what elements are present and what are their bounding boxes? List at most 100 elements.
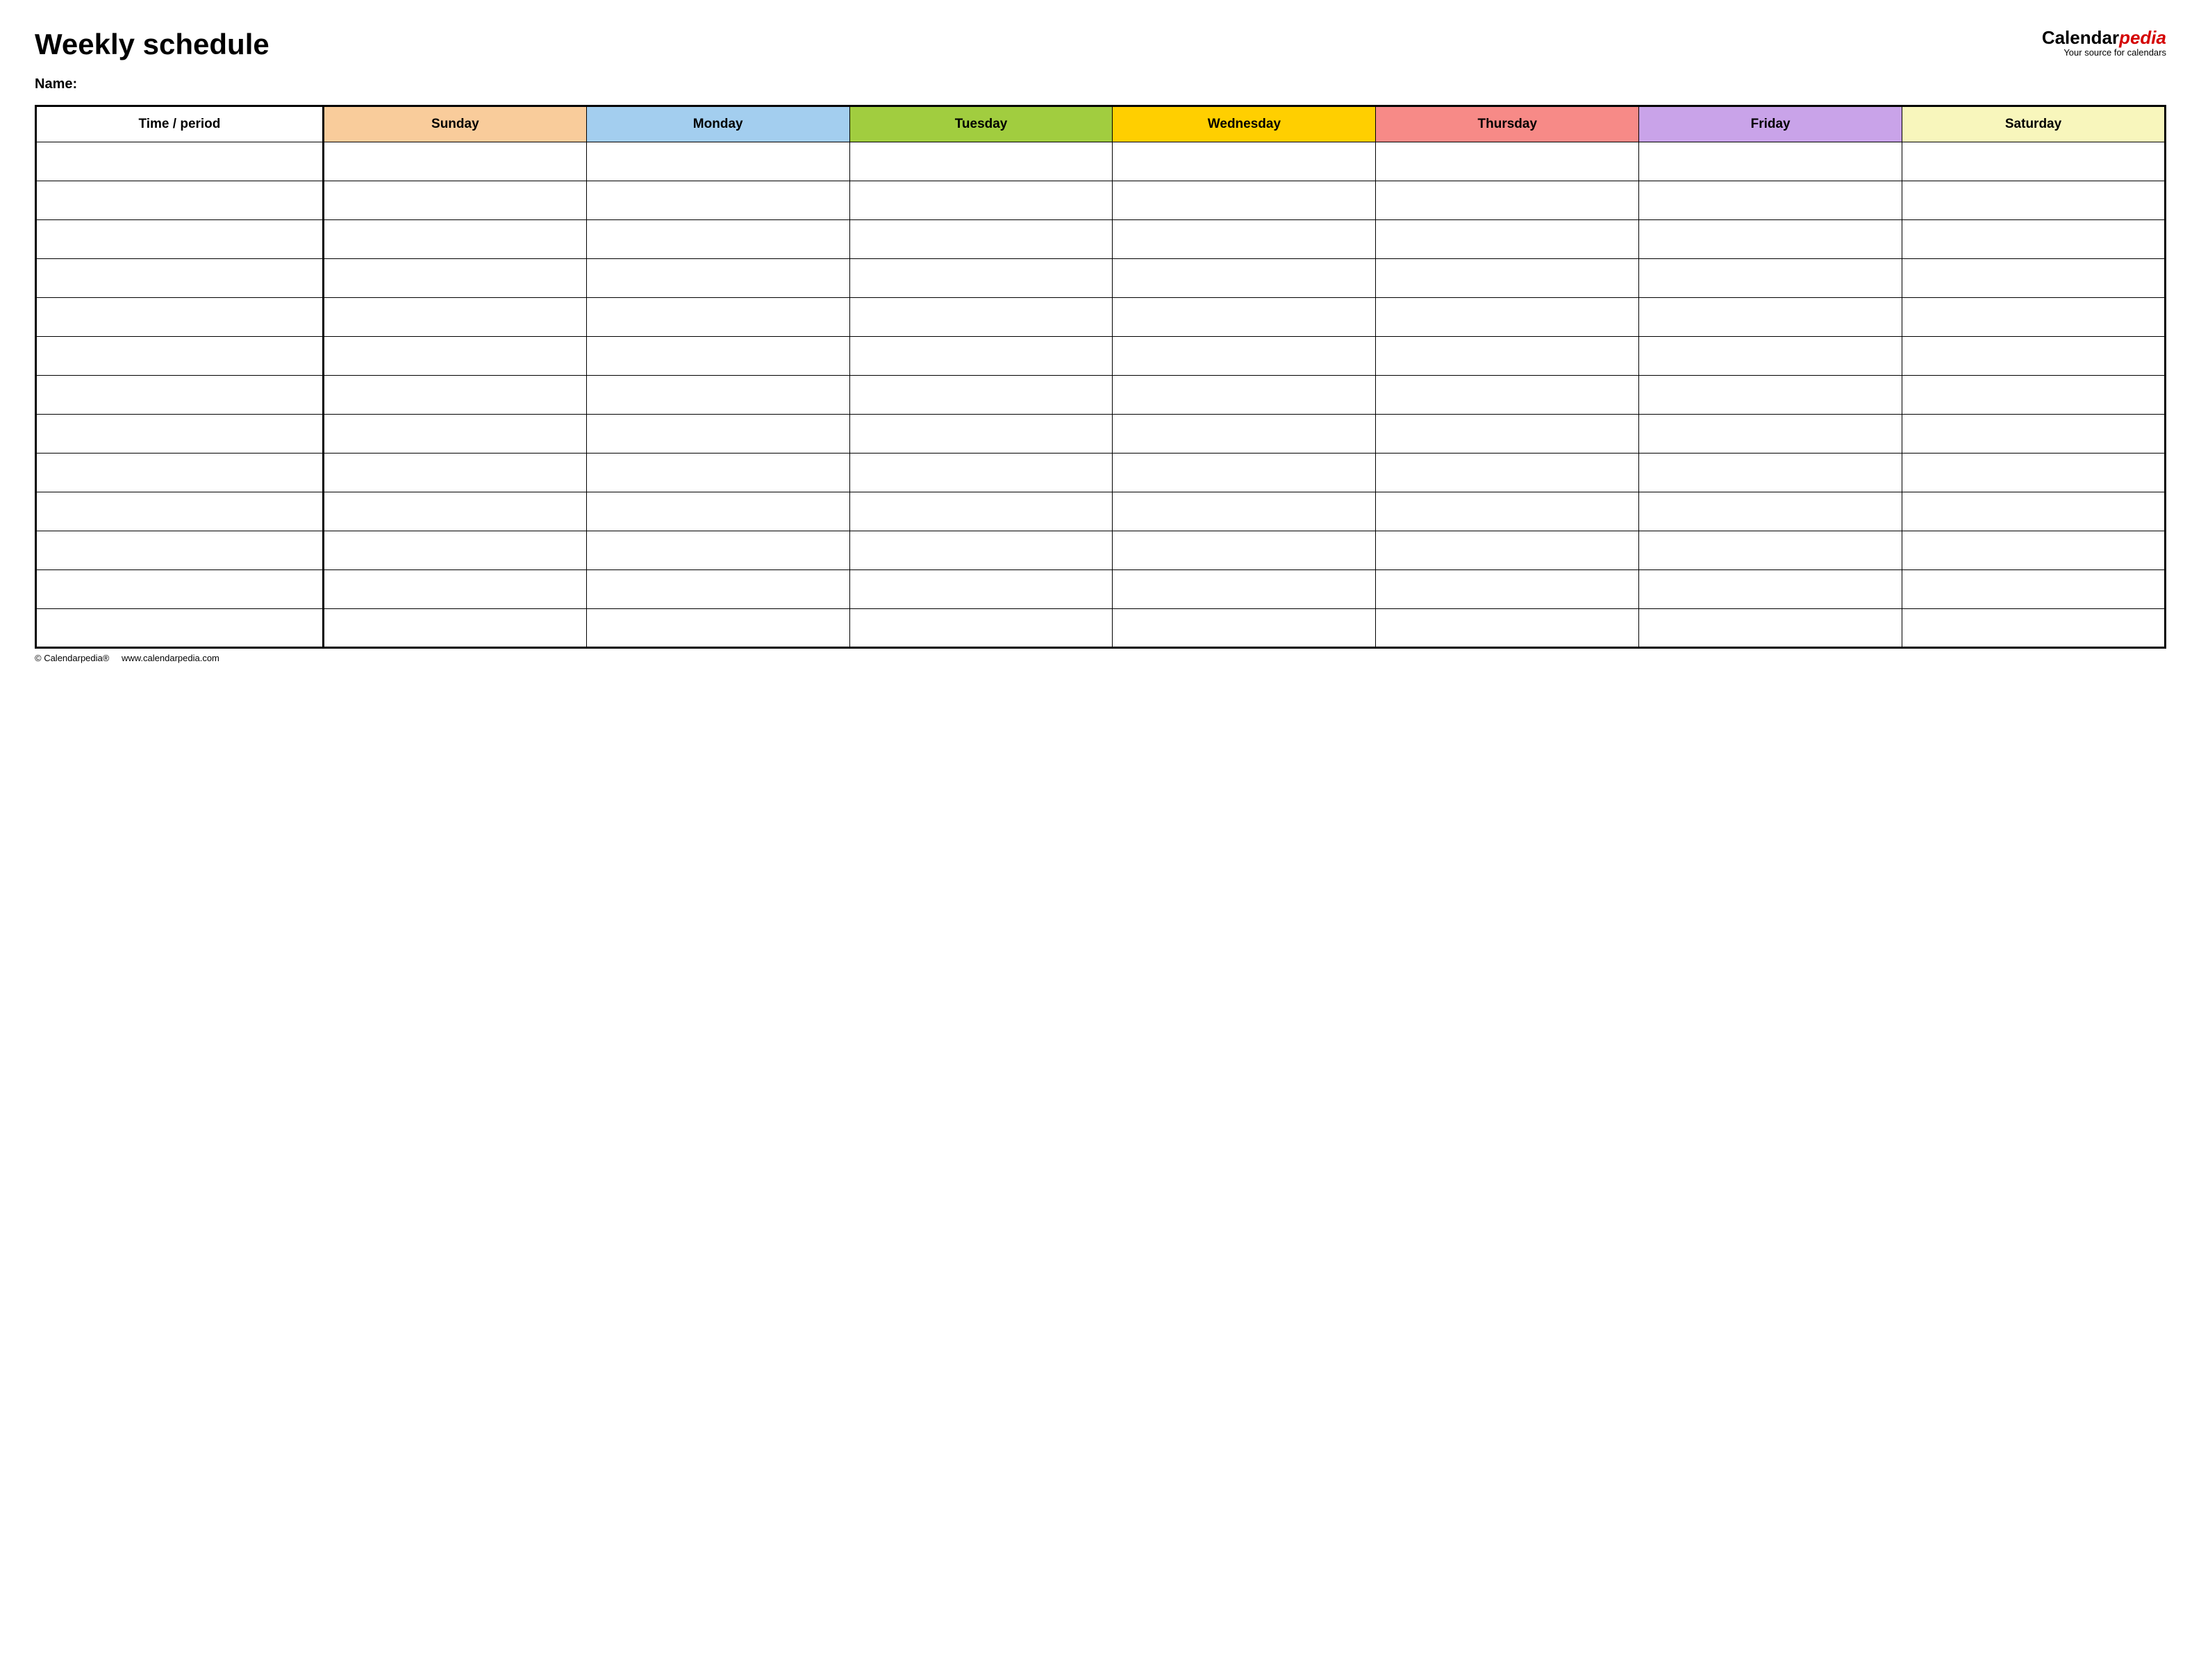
time-cell[interactable] [36,337,324,376]
schedule-cell[interactable] [1902,492,2166,531]
schedule-cell[interactable] [1902,181,2166,220]
schedule-cell[interactable] [849,259,1113,298]
schedule-cell[interactable] [1639,181,1902,220]
time-cell[interactable] [36,492,324,531]
schedule-cell[interactable] [323,531,586,570]
schedule-cell[interactable] [1376,492,1639,531]
schedule-cell[interactable] [1639,142,1902,181]
time-cell[interactable] [36,181,324,220]
schedule-cell[interactable] [1113,181,1376,220]
schedule-cell[interactable] [1376,570,1639,609]
time-cell[interactable] [36,376,324,415]
schedule-cell[interactable] [849,181,1113,220]
schedule-cell[interactable] [1639,454,1902,492]
schedule-cell[interactable] [323,609,586,648]
schedule-cell[interactable] [1376,220,1639,259]
schedule-cell[interactable] [1113,609,1376,648]
schedule-cell[interactable] [1376,376,1639,415]
schedule-cell[interactable] [849,531,1113,570]
schedule-cell[interactable] [1376,415,1639,454]
schedule-cell[interactable] [849,298,1113,337]
schedule-cell[interactable] [1902,570,2166,609]
schedule-cell[interactable] [849,570,1113,609]
schedule-cell[interactable] [1113,337,1376,376]
schedule-cell[interactable] [1902,609,2166,648]
schedule-cell[interactable] [586,181,849,220]
time-cell[interactable] [36,298,324,337]
schedule-cell[interactable] [849,337,1113,376]
time-cell[interactable] [36,415,324,454]
schedule-cell[interactable] [586,259,849,298]
schedule-cell[interactable] [1113,415,1376,454]
schedule-cell[interactable] [323,259,586,298]
schedule-cell[interactable] [586,337,849,376]
schedule-cell[interactable] [1902,531,2166,570]
schedule-cell[interactable] [849,220,1113,259]
schedule-cell[interactable] [1639,220,1902,259]
schedule-cell[interactable] [849,609,1113,648]
schedule-cell[interactable] [586,298,849,337]
schedule-cell[interactable] [1113,454,1376,492]
schedule-cell[interactable] [1902,337,2166,376]
schedule-cell[interactable] [1902,220,2166,259]
schedule-cell[interactable] [323,298,586,337]
schedule-cell[interactable] [586,454,849,492]
schedule-cell[interactable] [586,570,849,609]
schedule-cell[interactable] [849,415,1113,454]
schedule-cell[interactable] [1113,531,1376,570]
schedule-cell[interactable] [1376,181,1639,220]
schedule-cell[interactable] [1902,376,2166,415]
schedule-cell[interactable] [849,492,1113,531]
schedule-cell[interactable] [1113,142,1376,181]
schedule-cell[interactable] [1639,259,1902,298]
schedule-cell[interactable] [1902,259,2166,298]
schedule-cell[interactable] [1113,220,1376,259]
schedule-cell[interactable] [586,376,849,415]
schedule-cell[interactable] [1376,259,1639,298]
schedule-cell[interactable] [1113,259,1376,298]
schedule-cell[interactable] [1113,570,1376,609]
schedule-cell[interactable] [323,570,586,609]
time-cell[interactable] [36,570,324,609]
schedule-cell[interactable] [1639,492,1902,531]
schedule-cell[interactable] [1376,454,1639,492]
schedule-cell[interactable] [1376,531,1639,570]
schedule-cell[interactable] [586,142,849,181]
schedule-cell[interactable] [849,142,1113,181]
time-cell[interactable] [36,220,324,259]
schedule-cell[interactable] [1113,492,1376,531]
schedule-cell[interactable] [1376,298,1639,337]
schedule-cell[interactable] [586,415,849,454]
time-cell[interactable] [36,531,324,570]
schedule-cell[interactable] [586,220,849,259]
schedule-cell[interactable] [1639,337,1902,376]
schedule-cell[interactable] [1113,376,1376,415]
schedule-cell[interactable] [1902,298,2166,337]
time-cell[interactable] [36,454,324,492]
schedule-cell[interactable] [323,181,586,220]
schedule-cell[interactable] [323,337,586,376]
schedule-cell[interactable] [1902,454,2166,492]
schedule-cell[interactable] [1639,609,1902,648]
schedule-cell[interactable] [849,454,1113,492]
schedule-cell[interactable] [1639,298,1902,337]
schedule-cell[interactable] [323,142,586,181]
schedule-cell[interactable] [1376,609,1639,648]
schedule-cell[interactable] [586,492,849,531]
schedule-cell[interactable] [323,492,586,531]
schedule-cell[interactable] [1639,376,1902,415]
schedule-cell[interactable] [1639,415,1902,454]
schedule-cell[interactable] [1639,570,1902,609]
schedule-cell[interactable] [1376,337,1639,376]
schedule-cell[interactable] [323,220,586,259]
time-cell[interactable] [36,142,324,181]
schedule-cell[interactable] [586,609,849,648]
schedule-cell[interactable] [849,376,1113,415]
schedule-cell[interactable] [1376,142,1639,181]
schedule-cell[interactable] [323,454,586,492]
schedule-cell[interactable] [1639,531,1902,570]
time-cell[interactable] [36,259,324,298]
schedule-cell[interactable] [323,376,586,415]
schedule-cell[interactable] [1113,298,1376,337]
schedule-cell[interactable] [1902,415,2166,454]
